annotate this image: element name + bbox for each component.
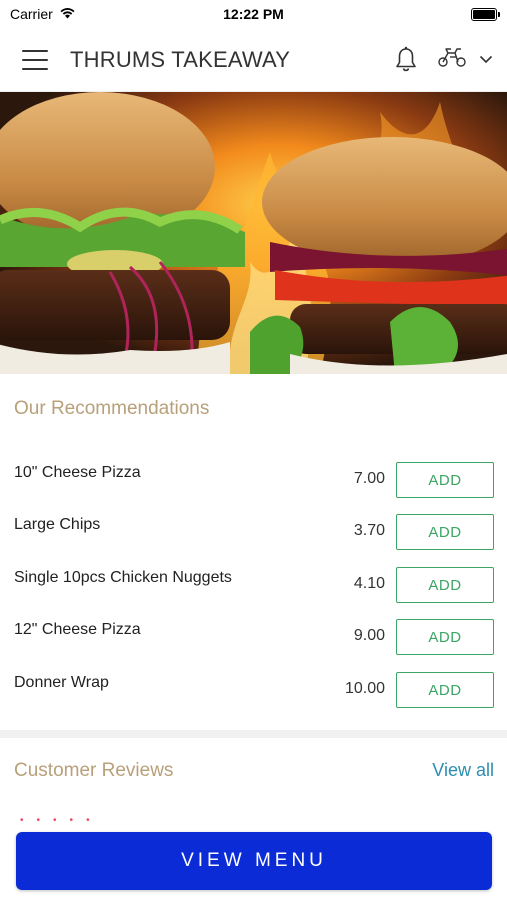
page-title: THRUMS TAKEAWAY bbox=[70, 46, 291, 72]
list-item: Donner Wrap 10.00 ADD bbox=[0, 672, 507, 726]
list-item: 10" Cheese Pizza 7.00 ADD bbox=[0, 462, 507, 516]
item-name: Large Chips bbox=[14, 516, 101, 533]
add-button[interactable]: ADD bbox=[396, 514, 494, 550]
item-price: 9.00 bbox=[353, 627, 385, 644]
item-name: 12" Cheese Pizza bbox=[14, 621, 141, 638]
add-button[interactable]: ADD bbox=[396, 567, 494, 603]
header-actions bbox=[393, 46, 493, 74]
item-name: Single 10pcs Chicken Nuggets bbox=[14, 569, 232, 586]
item-price: 10.00 bbox=[344, 680, 385, 697]
add-button[interactable]: ADD bbox=[396, 619, 494, 655]
scooter-icon bbox=[437, 46, 467, 73]
recommendations-title: Our Recommendations bbox=[14, 398, 210, 419]
carrier-label: Carrier bbox=[10, 6, 53, 22]
view-all-link[interactable]: View all bbox=[432, 760, 494, 781]
reviews-title: Customer Reviews bbox=[14, 760, 174, 781]
rating-stars: • • • • • bbox=[20, 816, 90, 826]
chevron-down-icon bbox=[479, 51, 493, 69]
delivery-selector[interactable] bbox=[437, 46, 493, 73]
item-price: 7.00 bbox=[353, 470, 385, 487]
wifi-icon bbox=[59, 6, 76, 22]
star-icon: • bbox=[20, 815, 24, 826]
add-button[interactable]: ADD bbox=[396, 672, 494, 708]
burgers-illustration bbox=[0, 92, 507, 374]
hero-image bbox=[0, 92, 507, 374]
bell-icon[interactable] bbox=[393, 46, 419, 74]
view-menu-button[interactable]: VIEW MENU bbox=[16, 832, 492, 890]
status-bar: Carrier 12:22 PM bbox=[0, 0, 507, 28]
status-time: 12:22 PM bbox=[223, 6, 284, 22]
menu-icon[interactable] bbox=[22, 49, 48, 70]
app-header: THRUMS TAKEAWAY bbox=[0, 28, 507, 92]
add-button[interactable]: ADD bbox=[396, 462, 494, 498]
item-name: Donner Wrap bbox=[14, 674, 109, 691]
battery-icon bbox=[471, 7, 500, 21]
list-item: Large Chips 3.70 ADD bbox=[0, 514, 507, 568]
item-price: 4.10 bbox=[353, 575, 385, 592]
star-icon: • bbox=[86, 815, 90, 826]
list-item: Single 10pcs Chicken Nuggets 4.10 ADD bbox=[0, 567, 507, 621]
item-price: 3.70 bbox=[353, 522, 385, 539]
status-left: Carrier bbox=[10, 6, 76, 22]
list-item: 12" Cheese Pizza 9.00 ADD bbox=[0, 619, 507, 673]
recommendations-section: Our Recommendations 10" Cheese Pizza 7.0… bbox=[0, 374, 507, 730]
item-name: 10" Cheese Pizza bbox=[14, 464, 141, 481]
section-divider bbox=[0, 730, 507, 738]
star-icon: • bbox=[53, 815, 57, 826]
star-icon: • bbox=[69, 815, 74, 826]
star-icon: • bbox=[36, 815, 41, 826]
